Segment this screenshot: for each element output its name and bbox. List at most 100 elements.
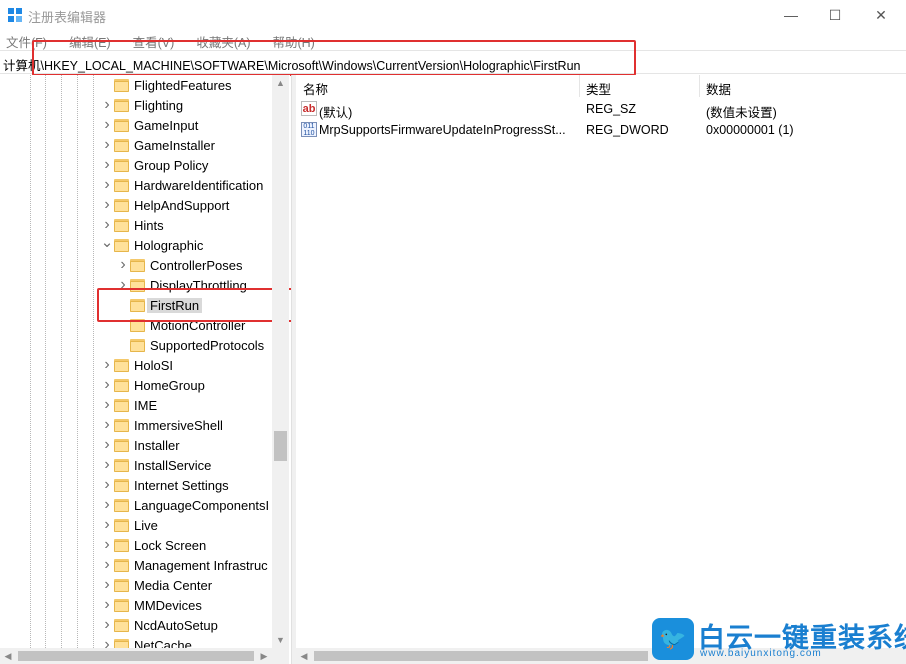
tree-item[interactable]: › HelpAndSupport (100, 195, 229, 215)
scroll-thumb[interactable] (274, 431, 287, 461)
tree-vertical-scrollbar[interactable]: ▲ ▼ (272, 75, 289, 648)
tree-item[interactable]: MotionController (116, 315, 245, 335)
column-separator[interactable] (699, 75, 700, 97)
tree-item-label: Media Center (134, 577, 213, 593)
chevron-right-icon[interactable]: › (100, 575, 114, 595)
column-separator[interactable] (579, 75, 580, 97)
folder-icon (130, 338, 145, 352)
tree-item[interactable]: › HoloSI (100, 355, 173, 375)
value-row-mrp[interactable]: 011 110 MrpSupportsFirmwareUpdateInProgr… (296, 120, 906, 140)
tree-item[interactable]: › InstallService (100, 455, 211, 475)
chevron-right-icon[interactable]: › (100, 195, 114, 215)
tree-item[interactable]: › ImmersiveShell (100, 415, 223, 435)
tree-item[interactable]: SupportedProtocols (116, 335, 264, 355)
chevron-right-icon[interactable]: › (100, 155, 114, 175)
chevron-right-icon[interactable]: › (100, 135, 114, 155)
tree-item[interactable]: › GameInput (100, 115, 198, 135)
tree-item[interactable]: FlightedFeatures (100, 75, 232, 95)
value-data: (数值未设置) (706, 106, 777, 120)
address-path[interactable]: 计算机\HKEY_LOCAL_MACHINE\SOFTWARE\Microsof… (3, 55, 580, 74)
menu-help[interactable]: 帮助(H) (266, 30, 314, 50)
chevron-right-icon[interactable]: › (100, 615, 114, 635)
menu-edit[interactable]: 编辑(E) (63, 30, 111, 50)
scroll-left-icon[interactable]: ◀ (0, 648, 16, 664)
tree-item[interactable]: › MMDevices (100, 595, 202, 615)
tree-item[interactable]: › Management Infrastruc (100, 555, 268, 575)
tree-item[interactable]: › ControllerPoses (116, 255, 242, 275)
tree-item[interactable]: › Flighting (100, 95, 183, 115)
minimize-icon: — (784, 7, 798, 23)
tree-item-label: MMDevices (134, 597, 202, 613)
tree-guide-line (61, 75, 62, 650)
tree-item-label: Management Infrastruc (134, 557, 268, 573)
address-bar[interactable]: 计算机\HKEY_LOCAL_MACHINE\SOFTWARE\Microsof… (0, 50, 906, 74)
chevron-right-icon[interactable]: › (100, 455, 114, 475)
chevron-right-icon[interactable]: › (100, 475, 114, 495)
tree-item[interactable]: › HomeGroup (100, 375, 205, 395)
tree-item[interactable]: › Lock Screen (100, 535, 206, 555)
tree-item-label: Lock Screen (134, 537, 207, 553)
menu-view[interactable]: 查看(V) (127, 30, 175, 50)
folder-icon (114, 438, 129, 452)
tree-item[interactable]: › HardwareIdentification (100, 175, 263, 195)
folder-icon (130, 258, 145, 272)
folder-icon (114, 498, 129, 512)
chevron-right-icon[interactable]: › (100, 595, 114, 615)
chevron-right-icon[interactable]: › (100, 535, 114, 555)
scroll-right-icon[interactable]: ▶ (256, 648, 272, 664)
scroll-left-icon[interactable]: ◀ (296, 648, 312, 664)
column-header-type[interactable]: 类型 (586, 75, 611, 97)
column-header-data[interactable]: 数据 (706, 75, 731, 97)
chevron-right-icon[interactable]: › (100, 95, 114, 115)
tree-item[interactable]: › Group Policy (100, 155, 208, 175)
tree-item[interactable]: › Internet Settings (100, 475, 228, 495)
scroll-down-icon[interactable]: ▼ (272, 632, 289, 648)
tree-horizontal-scrollbar[interactable]: ◀ ▶ (0, 648, 272, 664)
tree-guide-line (93, 75, 94, 650)
tree-item-label: InstallService (134, 457, 212, 473)
column-header-name[interactable]: 名称 (303, 75, 328, 97)
tree-item[interactable]: › Media Center (100, 575, 212, 595)
tree-item[interactable]: › NcdAutoSetup (100, 615, 218, 635)
chevron-right-icon[interactable]: › (116, 275, 130, 295)
chevron-right-icon[interactable]: › (100, 515, 114, 535)
chevron-right-icon[interactable]: › (100, 495, 114, 515)
tree-item-label: SupportedProtocols (150, 337, 265, 353)
scroll-thumb[interactable] (314, 651, 648, 661)
tree-item-label: FlightedFeatures (134, 77, 232, 93)
chevron-right-icon[interactable]: › (100, 355, 114, 375)
tree-item[interactable]: ⌄ Holographic (100, 232, 204, 255)
scroll-thumb[interactable] (18, 651, 254, 661)
tree-item[interactable]: › Live (100, 515, 158, 535)
tree-item[interactable]: › LanguageComponentsI (100, 495, 269, 515)
chevron-right-icon[interactable]: › (100, 555, 114, 575)
chevron-right-icon[interactable]: › (116, 255, 130, 275)
chevron-right-icon[interactable]: › (100, 115, 114, 135)
tree-item[interactable]: › IME (100, 395, 157, 415)
tree-item[interactable]: › DisplayThrottling (116, 275, 247, 295)
chevron-down-icon[interactable]: ⌄ (100, 232, 114, 252)
chevron-right-icon[interactable]: › (100, 415, 114, 435)
minimize-button[interactable]: — (768, 0, 814, 30)
tree-item[interactable]: › GameInstaller (100, 135, 215, 155)
registry-tree[interactable]: FlightedFeatures › Flighting › GameInput › Gam… (0, 75, 290, 650)
chevron-right-icon[interactable]: › (100, 175, 114, 195)
chevron-right-icon[interactable]: › (100, 395, 114, 415)
maximize-button[interactable]: ☐ (812, 0, 858, 30)
values-horizontal-scrollbar[interactable]: ◀ (296, 648, 906, 664)
chevron-right-icon[interactable]: › (100, 435, 114, 455)
folder-icon (130, 318, 145, 332)
close-button[interactable]: ✕ (858, 0, 904, 30)
tree-item-label: GameInstaller (134, 137, 215, 153)
tree-item[interactable]: FirstRun (116, 295, 203, 315)
folder-icon (114, 198, 129, 212)
tree-item[interactable]: › Installer (100, 435, 179, 455)
value-name: (默认) (319, 106, 353, 120)
scroll-up-icon[interactable]: ▲ (272, 75, 289, 91)
menu-file[interactable]: 文件(F) (0, 30, 47, 50)
menu-favorites[interactable]: 收藏夹(A) (190, 30, 250, 50)
value-row-default[interactable]: ab (默认) REG_SZ (数值未设置) (296, 99, 906, 120)
tree-item-label: HomeGroup (134, 377, 205, 393)
values-pane[interactable]: 名称 类型 数据 ab (默认) REG_SZ (数值未设置) 011 110 … (296, 75, 906, 648)
chevron-right-icon[interactable]: › (100, 375, 114, 395)
